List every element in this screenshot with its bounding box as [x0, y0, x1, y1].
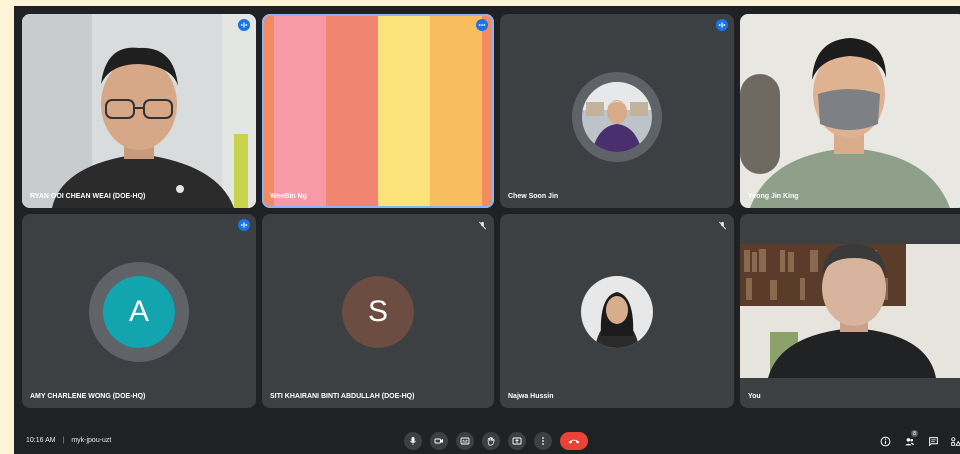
microphone-button[interactable]: [404, 432, 422, 450]
meet-window: RYAN OOI CHEAN WEAI (DOE-HQ) WeeBin Ng C…: [14, 6, 960, 454]
participant-name: RYAN OOI CHEAN WEAI (DOE-HQ): [30, 193, 146, 200]
activities-button[interactable]: [948, 434, 960, 448]
raise-hand-button[interactable]: [482, 432, 500, 450]
participant-tile-self[interactable]: You: [740, 214, 960, 408]
speaking-icon: [238, 19, 250, 31]
participant-tile-amy[interactable]: A AMY CHARLENE WONG (DOE-HQ): [22, 214, 256, 408]
activities-icon: [950, 436, 960, 446]
participant-video-self: [740, 214, 960, 408]
mic-off-icon: [716, 219, 728, 231]
participant-name: Yeong Jin King: [748, 193, 799, 200]
raise-hand-icon: [487, 437, 495, 446]
avatar-initial-siti: S: [342, 276, 414, 348]
avatar-ring: [572, 72, 662, 162]
people-icon: [904, 437, 914, 445]
avatar-ring: A: [89, 262, 189, 362]
more-options-button[interactable]: [534, 432, 552, 450]
participant-tile-weebin[interactable]: WeeBin Ng: [262, 14, 494, 208]
participant-video-yeong: [740, 14, 960, 208]
participant-tile-chew[interactable]: Chew Soon Jin: [500, 14, 734, 208]
participant-tile-siti[interactable]: S SITI KHAIRANI BINTI ABDULLAH (DOE-HQ): [262, 214, 494, 408]
participant-name: Najwa Hussin: [508, 393, 554, 400]
people-count-badge: 8: [911, 430, 918, 437]
captions-button[interactable]: [456, 432, 474, 450]
people-button[interactable]: 8: [902, 430, 918, 448]
participant-name: SITI KHAIRANI BINTI ABDULLAH (DOE-HQ): [270, 393, 415, 400]
speaking-icon: [238, 219, 250, 231]
participant-video-ryan: [22, 14, 256, 208]
participant-name: You: [748, 393, 761, 400]
mic-off-icon: [476, 219, 488, 231]
clock-time: 10:16 AM: [26, 437, 56, 444]
participant-tile-najwa[interactable]: Najwa Hussin: [500, 214, 734, 408]
more-options-icon[interactable]: [476, 19, 488, 31]
present-screen-icon: [512, 437, 522, 445]
chat-button[interactable]: [926, 434, 940, 448]
hang-up-icon: [568, 439, 580, 444]
present-screen-button[interactable]: [508, 432, 526, 450]
chat-icon: [928, 436, 938, 447]
microphone-icon: [410, 437, 416, 445]
meeting-code[interactable]: myk-jpou-uzt: [71, 437, 111, 444]
meeting-info: 10:16 AM | myk-jpou-uzt: [26, 437, 111, 444]
participant-tile-ryan[interactable]: RYAN OOI CHEAN WEAI (DOE-HQ): [22, 14, 256, 208]
avatar-initial-amy: A: [103, 276, 175, 348]
participant-name: Chew Soon Jin: [508, 193, 559, 200]
meeting-controls-bar: 10:16 AM | myk-jpou-uzt 8: [14, 430, 960, 454]
participant-name: WeeBin Ng: [270, 193, 307, 200]
info-icon: [880, 436, 890, 446]
active-speaker-outline: [262, 14, 494, 208]
camera-button[interactable]: [430, 432, 448, 450]
leave-call-button[interactable]: [560, 432, 588, 450]
more-vert-icon: [542, 437, 544, 445]
avatar-photo-najwa: [581, 276, 653, 348]
avatar-photo-chew: [582, 82, 652, 152]
participant-tile-yeong[interactable]: Yeong Jin King: [740, 14, 960, 208]
meeting-details-button[interactable]: [878, 434, 892, 448]
captions-icon: [460, 437, 470, 445]
speaking-icon: [716, 19, 728, 31]
separator: |: [62, 437, 65, 444]
camera-icon: [434, 438, 443, 444]
participant-name: AMY CHARLENE WONG (DOE-HQ): [30, 393, 146, 400]
